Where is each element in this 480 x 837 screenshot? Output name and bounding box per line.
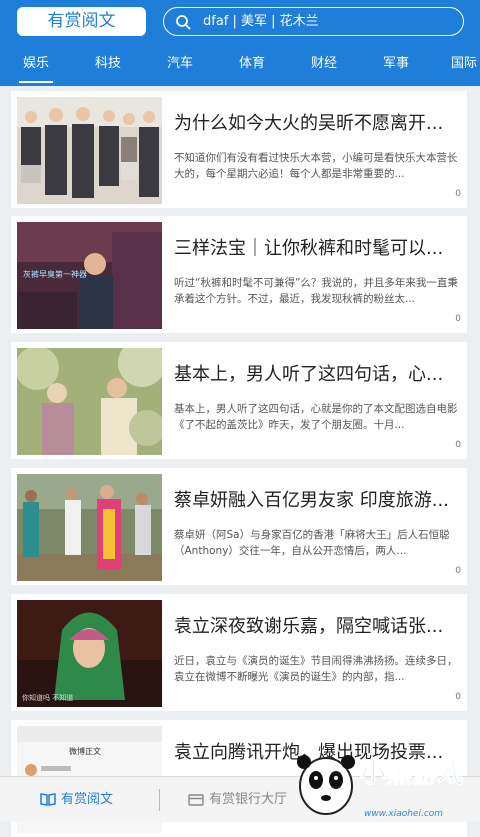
tab-sports[interactable]: 体育 [222,48,282,86]
thumb-caption: 微博正文 [69,746,101,756]
view-count: 0 [455,314,461,324]
article-card[interactable]: 灰裤早臭第一神器 三样法宝｜让你秋裤和时髦可以... 听过“秋裤和时髦不可兼得”… [11,216,467,333]
tab-military[interactable]: 军事 [366,48,426,86]
article-thumbnail [17,97,162,204]
thumb-caption: 灰裤早臭第一神器 [23,269,87,279]
tab-international[interactable]: 国际 [434,48,480,86]
article-summary: 近日，袁立与《演员的诞生》节目闹得沸沸扬扬。连续多日，袁立在微博不断曝光《演员的… [174,653,462,685]
nav-reading-label: 有赏阅文 [61,792,113,807]
article-title: 三样法宝｜让你秋裤和时髦可以... [174,234,464,260]
book-icon [40,793,56,806]
article-title: 蔡卓妍融入百亿男友家 印度旅游... [174,486,464,512]
article-thumbnail [17,348,162,455]
search-hint: dfaf | 美军 | 花木兰 [203,8,319,35]
article-summary: 蔡卓妍（阿Sa）与身家百亿的香港「麻将大王」后人石恒聪（Anthony）交往一年… [174,527,462,559]
app-header: 有赏阅文 dfaf | 美军 | 花木兰 娱乐 科技 汽车 体育 财经 军事 国… [0,0,480,86]
thumb-caption: 你知道吗 不知道 [22,693,73,702]
category-tabs: 娱乐 科技 汽车 体育 财经 军事 国际 [0,48,480,86]
article-card[interactable]: 为什么如今大火的吴昕不愿离开... 不知道你们有没有看过快乐大本营，小编可是看快… [11,91,467,208]
search-icon [175,14,191,30]
search-bar[interactable]: dfaf | 美军 | 花木兰 [163,7,464,36]
tab-tech[interactable]: 科技 [78,48,138,86]
view-count: 0 [455,440,461,450]
article-summary: 听过“秋裤和时髦不可兼得”么？我说的，并且多年来我一直秉承着这个方针。不过，最近… [174,275,462,307]
watermark-url: www.xiaohei.com [364,809,443,819]
article-thumbnail: 灰裤早臭第一神器 [17,222,162,329]
article-card[interactable]: 基本上，男人听了这四句话，心... 基本上，男人听了这四句话，心就是你的了本文配… [11,342,467,459]
tab-auto[interactable]: 汽车 [150,48,210,86]
article-card[interactable]: 你知道吗 不知道 袁立深夜致谢乐嘉，隔空喊话张... 近日，袁立与《演员的诞生》… [11,594,467,711]
nav-bank-label: 有赏银行大厅 [209,792,287,807]
article-summary: 不知道你们有没有看过快乐大本营，小编可是看快乐大本营长大的，每个星期六必追！每个… [174,150,462,182]
article-card[interactable]: 蔡卓妍融入百亿男友家 印度旅游... 蔡卓妍（阿Sa）与身家百亿的香港「麻将大王… [11,468,467,585]
nav-divider [159,789,160,811]
view-count: 0 [455,189,461,199]
nav-bank[interactable]: 有赏银行大厅 [188,790,287,810]
view-count: 0 [455,692,461,702]
bank-card-icon [188,793,204,806]
article-title: 袁立深夜致谢乐嘉，隔空喊话张... [174,612,464,638]
article-thumbnail: 你知道吗 不知道 [17,600,162,707]
article-title: 基本上，男人听了这四句话，心... [174,360,464,386]
nav-reading[interactable]: 有赏阅文 [40,790,113,810]
article-title: 为什么如今大火的吴昕不愿离开... [174,109,464,135]
tab-entertainment[interactable]: 娱乐 [6,48,66,86]
article-thumbnail [17,474,162,581]
tab-finance[interactable]: 财经 [294,48,354,86]
app-title-button[interactable]: 有赏阅文 [17,7,146,36]
article-summary: 基本上，男人听了这四句话，心就是你的了本文配图选自电影《了不起的盖茨比》昨天，发… [174,401,462,433]
watermark-brand: 小黑游戏 [360,759,464,789]
watermark-logo: 小黑游戏 www.xiaohei.com [290,742,480,822]
view-count: 0 [455,566,461,576]
